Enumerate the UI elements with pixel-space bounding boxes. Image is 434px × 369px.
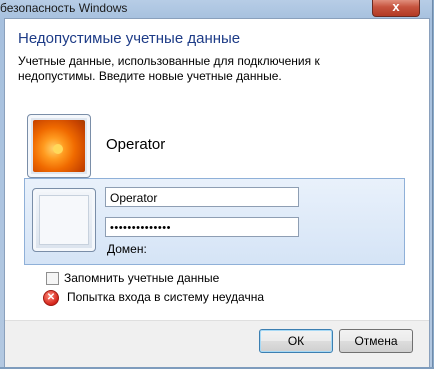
error-icon: ✕ xyxy=(43,290,59,306)
username-field[interactable]: Operator xyxy=(105,187,299,207)
description-line1: Учетные данные, использованные для подкл… xyxy=(18,54,320,68)
remember-credentials[interactable]: Запомнить учетные данные xyxy=(46,271,220,286)
close-button[interactable]: x xyxy=(372,0,420,17)
password-field[interactable]: •••••••••••••• xyxy=(105,217,299,237)
saved-account-tile[interactable] xyxy=(27,114,91,178)
saved-account-name[interactable]: Operator xyxy=(106,136,165,153)
flower-user-icon xyxy=(33,120,85,172)
close-icon: x xyxy=(392,0,400,14)
window-title: безопасность Windows xyxy=(0,1,128,15)
domain-label: Домен: xyxy=(107,242,147,256)
remember-checkbox[interactable] xyxy=(46,272,59,286)
button-bar: ОК Отмена xyxy=(5,320,429,369)
dialog-content: Недопустимые учетные данные Учетные данн… xyxy=(4,18,430,369)
error-message: ✕ Попытка входа в систему неудачна xyxy=(43,290,264,306)
redacted-address xyxy=(323,54,414,65)
dialog-window: безопасность Windows x Недопустимые учет… xyxy=(0,0,433,369)
dialog-description: Учетные данные, использованные для подкл… xyxy=(18,54,418,84)
error-text: Попытка входа в систему неудачна xyxy=(67,290,264,305)
cancel-button[interactable]: Отмена xyxy=(339,329,413,353)
dialog-heading: Недопустимые учетные данные xyxy=(18,30,241,47)
remember-label: Запомнить учетные данные xyxy=(64,271,220,285)
description-line2: недопустимы. Введите новые учетные данны… xyxy=(18,69,282,83)
blank-user-icon xyxy=(32,188,96,252)
credential-tile: Operator •••••••••••••• Домен: xyxy=(24,178,405,265)
title-bar[interactable]: безопасность Windows x xyxy=(0,0,430,18)
ok-button[interactable]: ОК xyxy=(259,329,333,353)
